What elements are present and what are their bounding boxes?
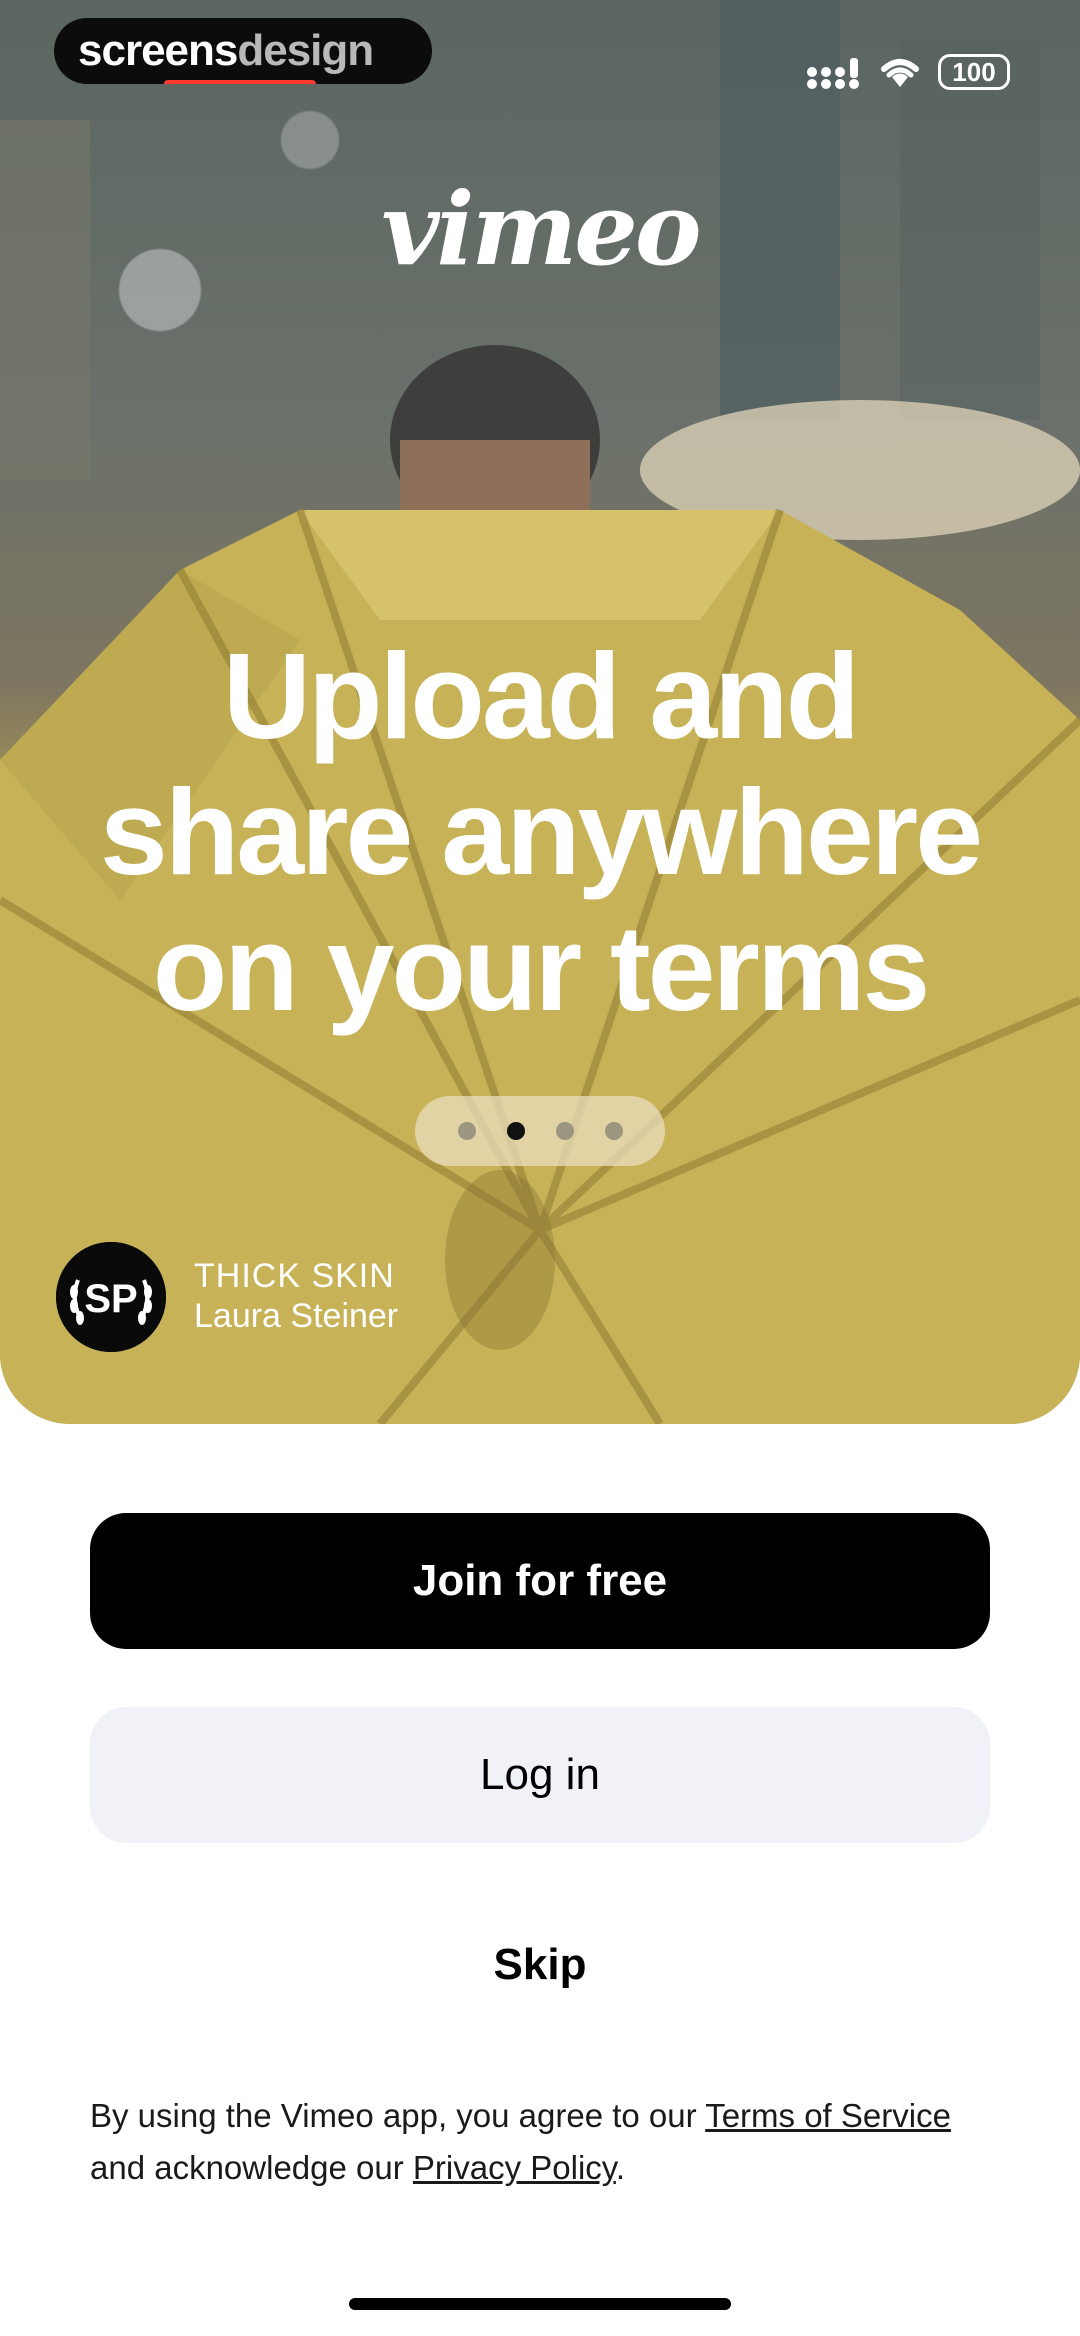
skip-button[interactable]: Skip [0, 1940, 1080, 1990]
legal-prefix: By using the Vimeo app, you agree to our [90, 2097, 706, 2134]
laurel-badge-icon: SP [56, 1242, 166, 1352]
legal-suffix: . [615, 2149, 626, 2186]
page-dot-1[interactable] [457, 1122, 476, 1140]
headline-line-3: on your terms [152, 900, 931, 1036]
carousel-page-indicator[interactable] [415, 1096, 665, 1166]
cellular-signal-icon [807, 58, 859, 89]
legal-middle: and acknowledge our [90, 2149, 413, 2186]
watermark-underline [164, 80, 316, 84]
terms-of-service-link[interactable]: Terms of Service [705, 2097, 951, 2134]
avatar-initials: SP [84, 1277, 137, 1321]
status-bar: 100 [806, 50, 1010, 94]
join-for-free-button[interactable]: Join for free [90, 1513, 990, 1649]
vimeo-logo: vimeo [381, 170, 701, 288]
battery-indicator: 100 [938, 54, 1010, 90]
log-in-button[interactable]: Log in [90, 1707, 990, 1843]
headline-line-2: share anywhere [99, 764, 983, 900]
hero-banner: screensdesign 100 vimeo Upload and share… [0, 0, 1080, 1424]
legal-disclaimer: By using the Vimeo app, you agree to our… [90, 2090, 990, 2194]
wifi-icon [881, 59, 919, 87]
page-dot-3[interactable] [555, 1122, 574, 1140]
page-dot-2[interactable] [506, 1122, 525, 1140]
watermark-text: screensdesign [78, 26, 374, 75]
film-title: THICK SKIN [194, 1257, 395, 1295]
privacy-policy-link[interactable]: Privacy Policy [413, 2149, 616, 2186]
film-author: Laura Steiner [194, 1297, 399, 1335]
page-dot-4[interactable] [604, 1122, 623, 1140]
hero-headline: Upload and share anywhere on your terms [40, 628, 1040, 1036]
headline-line-1: Upload and [222, 628, 860, 764]
creator-avatar: SP [56, 1242, 166, 1352]
home-indicator[interactable] [349, 2298, 731, 2310]
watermark-badge: screensdesign [54, 18, 432, 84]
